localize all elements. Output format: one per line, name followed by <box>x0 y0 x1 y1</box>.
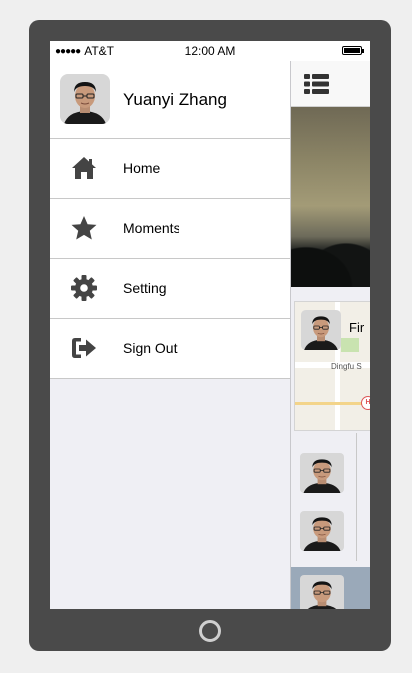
status-bar: ●●●●● AT&T 12:00 AM <box>50 41 370 61</box>
home-icon <box>72 157 96 179</box>
card-name: Fir <box>349 320 365 335</box>
profile-header[interactable]: Yuanyi Zhang <box>50 61 290 139</box>
selected-row[interactable] <box>290 567 370 609</box>
menu-item-label: Home <box>123 160 161 176</box>
list-icon[interactable] <box>304 73 330 95</box>
drawer-menu: Home Moments Setting Sign Out <box>50 139 290 379</box>
screen: ●●●●● AT&T 12:00 AM Dingfu S H Fir Yuany… <box>50 41 370 609</box>
background-app: Dingfu S H Fir <box>290 61 370 609</box>
avatar[interactable] <box>300 511 344 551</box>
avatar[interactable] <box>60 74 110 124</box>
menu-item-moments[interactable]: Moments <box>50 199 290 259</box>
app-navbar <box>290 61 370 107</box>
cover-photo <box>290 107 370 287</box>
hospital-marker-icon: H <box>361 396 370 410</box>
menu-item-home[interactable]: Home <box>50 139 290 199</box>
status-time: 12:00 AM <box>184 44 236 58</box>
star-icon <box>71 216 97 240</box>
home-button[interactable] <box>199 620 221 642</box>
gear-icon <box>71 275 97 301</box>
menu-item-label: Setting <box>123 280 167 296</box>
battery-icon <box>342 46 364 55</box>
side-drawer: Yuanyi Zhang Home Moments Setting Sign O… <box>50 61 291 609</box>
sign-out-icon <box>72 338 96 358</box>
menu-item-setting[interactable]: Setting <box>50 259 290 319</box>
timeline <box>290 433 370 609</box>
user-name: Yuanyi Zhang <box>123 90 227 109</box>
menu-item-label: Moments <box>123 220 179 236</box>
avatar <box>301 310 341 350</box>
avatar[interactable] <box>300 453 344 493</box>
avatar <box>300 575 344 609</box>
map-street-label: Dingfu S <box>331 362 362 371</box>
location-card[interactable]: Dingfu S H Fir <box>294 301 370 431</box>
menu-item-sign-out[interactable]: Sign Out <box>50 319 290 379</box>
menu-item-label: Sign Out <box>123 340 178 356</box>
